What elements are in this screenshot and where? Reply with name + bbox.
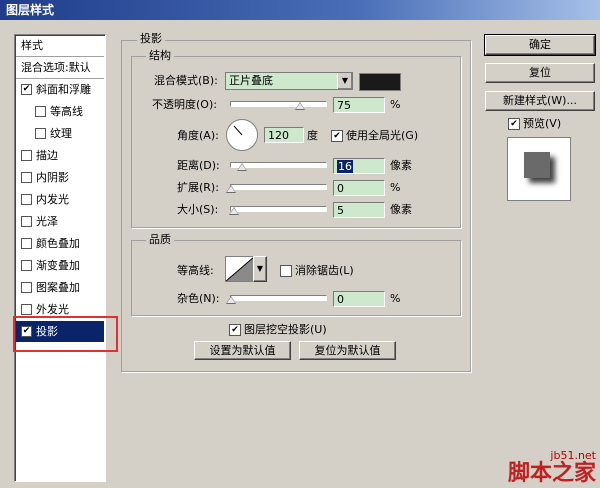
angle-unit: 度: [307, 129, 318, 142]
style-item-bevel-emboss[interactable]: ✔ 斜面和浮雕: [16, 79, 104, 100]
reset-default-button[interactable]: 复位为默认值: [299, 341, 396, 360]
style-item-stroke[interactable]: 描边: [16, 145, 104, 166]
make-default-button[interactable]: 设置为默认值: [194, 341, 291, 360]
style-checkbox-stroke[interactable]: [21, 150, 32, 161]
noise-unit: %: [390, 292, 401, 305]
watermark-brand: 脚本之家: [507, 461, 596, 486]
style-item-label: 内发光: [36, 193, 69, 206]
style-item-inner-shadow[interactable]: 内阴影: [16, 167, 104, 188]
style-item-gradient-overlay[interactable]: 渐变叠加: [16, 255, 104, 276]
blend-mode-value: 正片叠底: [229, 74, 273, 87]
quality-title: 品质: [146, 233, 174, 246]
title-bar[interactable]: 图层样式: [0, 0, 600, 20]
antialias-checkbox[interactable]: [280, 265, 292, 277]
angle-input[interactable]: 120: [264, 127, 304, 143]
opacity-label: 不透明度(O):: [152, 98, 217, 111]
knockout-checkbox[interactable]: ✔: [229, 324, 241, 336]
global-light-checkbox[interactable]: ✔: [331, 130, 343, 142]
style-checkbox-contour[interactable]: [35, 106, 46, 117]
style-item-inner-glow[interactable]: 内发光: [16, 189, 104, 210]
size-unit: 像素: [390, 203, 412, 216]
opacity-unit: %: [390, 98, 401, 111]
preview-square: [524, 152, 550, 178]
chevron-down-icon: ▼: [256, 264, 264, 273]
angle-dial[interactable]: [226, 119, 258, 151]
contour-linear-icon: [226, 257, 254, 281]
distance-unit: 像素: [390, 159, 412, 172]
blend-mode-label: 混合模式(B):: [154, 74, 218, 87]
style-checkbox-gradient-overlay[interactable]: [21, 260, 32, 271]
style-item-label: 颜色叠加: [36, 237, 80, 250]
size-slider-thumb[interactable]: [229, 207, 239, 215]
style-item-label: 纹理: [50, 127, 72, 140]
style-checkbox-satin[interactable]: [21, 216, 32, 227]
new-style-button[interactable]: 新建样式(W)...: [485, 91, 595, 111]
contour-dropdown-button[interactable]: ▼: [253, 256, 267, 282]
style-item-label: 内阴影: [36, 171, 69, 184]
noise-label: 杂色(N):: [177, 292, 220, 305]
preview-checkbox[interactable]: ✔: [508, 118, 520, 130]
spread-slider-thumb[interactable]: [226, 185, 236, 193]
noise-slider-track[interactable]: [230, 295, 327, 301]
styles-list: 样式 混合选项:默认 ✔ 斜面和浮雕 等高线 纹理 描边 内阴影 内发光 光泽 …: [14, 34, 106, 482]
opacity-input[interactable]: 75: [333, 97, 385, 113]
style-item-label: 光泽: [36, 215, 58, 228]
preview-label: 预览(V): [523, 117, 562, 130]
size-input[interactable]: 5: [333, 202, 385, 218]
style-checkbox-bevel-emboss[interactable]: ✔: [21, 84, 32, 95]
knockout-label: 图层挖空投影(U): [244, 323, 327, 336]
spread-label: 扩展(R):: [177, 181, 219, 194]
blend-mode-select[interactable]: 正片叠底 ▼: [225, 72, 353, 90]
style-item-label: 渐变叠加: [36, 259, 80, 272]
size-label: 大小(S):: [177, 203, 219, 216]
style-checkbox-outer-glow[interactable]: [21, 304, 32, 315]
style-item-label: 斜面和浮雕: [36, 83, 91, 96]
ok-button[interactable]: 确定: [484, 34, 596, 56]
style-item-label: 描边: [36, 149, 58, 162]
window-title: 图层样式: [6, 3, 55, 17]
contour-label: 等高线:: [177, 264, 214, 277]
watermark: jb51.net 脚本之家: [508, 449, 596, 486]
structure-title: 结构: [146, 49, 174, 62]
highlight-annotation-box: [13, 316, 118, 352]
style-item-pattern-overlay[interactable]: 图案叠加: [16, 277, 104, 298]
chevron-down-icon: ▼: [337, 73, 352, 89]
noise-slider-thumb[interactable]: [226, 296, 236, 304]
distance-label: 距离(D):: [177, 159, 220, 172]
style-checkbox-texture[interactable]: [35, 128, 46, 139]
antialias-label: 消除锯齿(L): [295, 264, 354, 277]
style-item-color-overlay[interactable]: 颜色叠加: [16, 233, 104, 254]
angle-dial-needle-icon: [233, 125, 243, 136]
size-slider-track[interactable]: [230, 206, 327, 212]
styles-header: 样式: [21, 39, 43, 52]
spread-slider-track[interactable]: [230, 184, 327, 190]
distance-slider-thumb[interactable]: [237, 163, 247, 171]
drop-shadow-title: 投影: [137, 32, 165, 45]
contour-picker[interactable]: [225, 256, 255, 282]
style-checkbox-inner-glow[interactable]: [21, 194, 32, 205]
reset-button[interactable]: 复位: [485, 63, 595, 83]
distance-input[interactable]: 16: [333, 158, 385, 174]
style-checkbox-color-overlay[interactable]: [21, 238, 32, 249]
blend-options-label: 混合选项:默认: [21, 61, 91, 74]
style-item-texture[interactable]: 纹理: [16, 123, 104, 144]
style-checkbox-inner-shadow[interactable]: [21, 172, 32, 183]
style-item-label: 等高线: [50, 105, 83, 118]
spread-input[interactable]: 0: [333, 180, 385, 196]
opacity-slider-track[interactable]: [230, 101, 327, 107]
angle-label: 角度(A):: [177, 129, 219, 142]
spread-unit: %: [390, 181, 401, 194]
noise-input[interactable]: 0: [333, 291, 385, 307]
shadow-color-swatch[interactable]: [359, 73, 401, 91]
style-preview-thumbnail: [507, 137, 571, 201]
blend-options-item[interactable]: 混合选项:默认: [16, 57, 104, 78]
style-checkbox-pattern-overlay[interactable]: [21, 282, 32, 293]
style-item-contour[interactable]: 等高线: [16, 101, 104, 122]
style-item-label: 图案叠加: [36, 281, 80, 294]
distance-value-selected: 16: [337, 160, 353, 173]
opacity-slider-thumb[interactable]: [295, 102, 305, 110]
style-item-satin[interactable]: 光泽: [16, 211, 104, 232]
global-light-label: 使用全局光(G): [346, 129, 419, 142]
